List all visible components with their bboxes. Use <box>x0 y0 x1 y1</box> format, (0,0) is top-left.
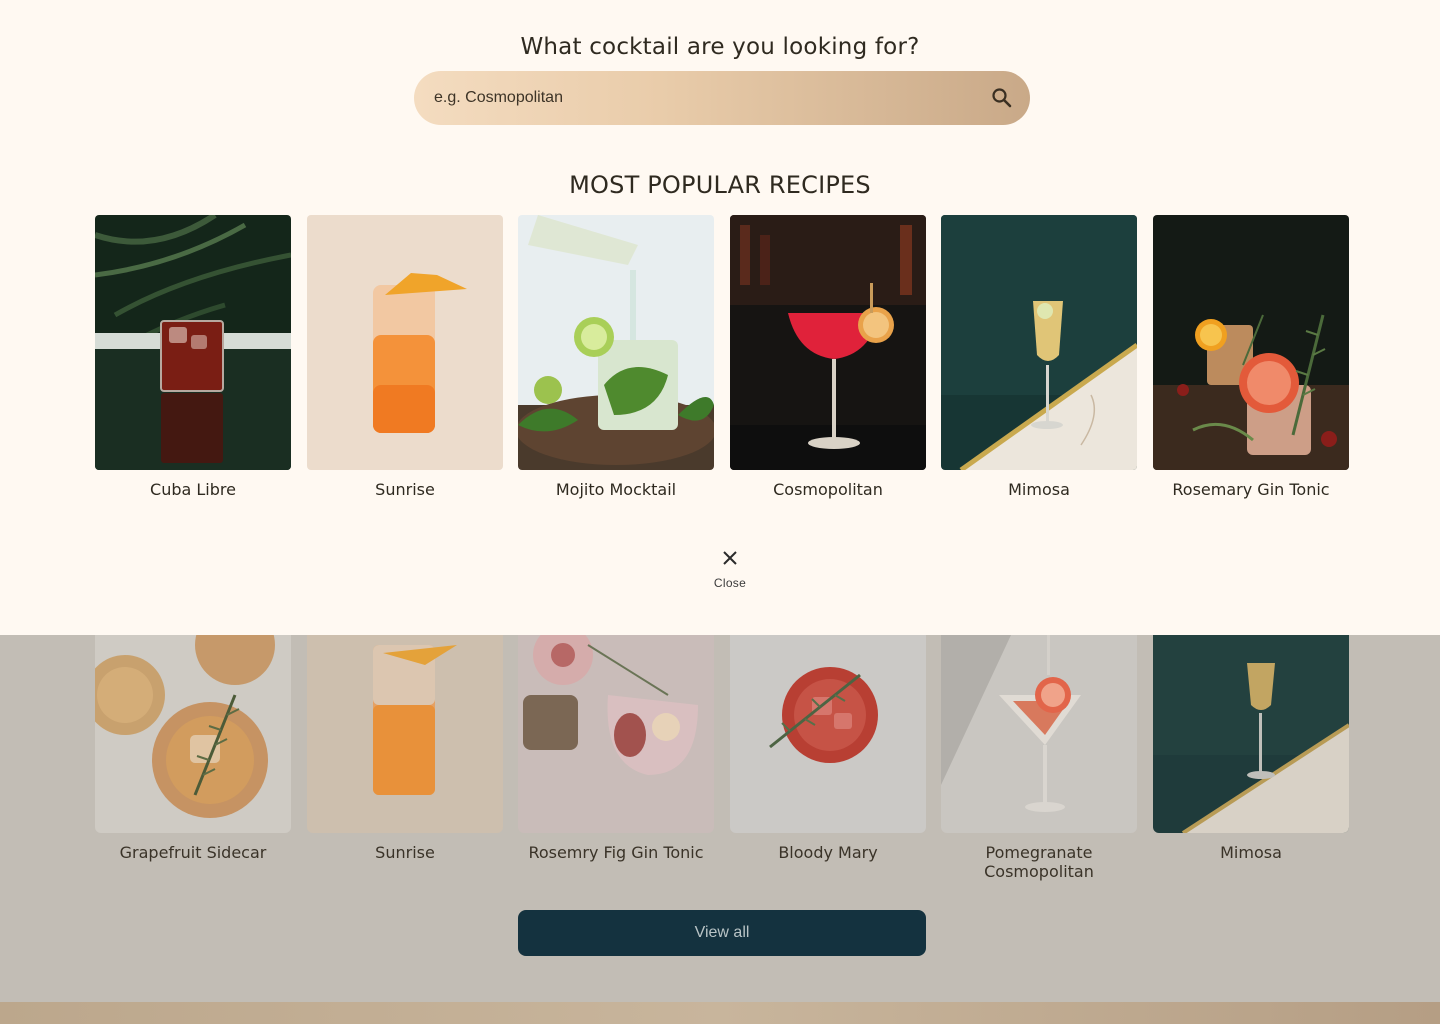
recipe-card-pomegranate-cosmopolitan[interactable]: Pomegranate Cosmopolitan <box>941 635 1137 881</box>
close-icon <box>722 550 738 570</box>
recipe-name: Sunrise <box>375 843 435 862</box>
close-button[interactable]: Close <box>700 550 760 600</box>
recipe-image-rosemary-gin-tonic <box>1153 215 1349 470</box>
recipe-image-cosmopolitan <box>730 215 926 470</box>
recipe-name: Rosemary Gin Tonic <box>1172 480 1330 499</box>
all-recipes-grid: Grapefruit Sidecar Sunrise Rosemry Fig G… <box>95 635 1349 881</box>
section-title: MOST POPULAR RECIPES <box>569 171 871 199</box>
recipe-card-mimosa[interactable]: Mimosa <box>941 215 1137 499</box>
close-label: Close <box>713 576 747 590</box>
recipe-name: Rosemry Fig Gin Tonic <box>528 843 704 862</box>
popular-recipes-grid: Cuba Libre Sunrise Mojito Mocktail Cosmo… <box>95 215 1349 515</box>
recipe-card-sunrise[interactable]: Sunrise <box>307 215 503 499</box>
recipe-card-bloody-mary[interactable]: Bloody Mary <box>730 635 926 862</box>
recipe-name: Bloody Mary <box>778 843 878 862</box>
recipe-card-grapefruit-sidecar[interactable]: Grapefruit Sidecar <box>95 635 291 862</box>
recipe-card-sunrise-bg[interactable]: Sunrise <box>307 635 503 862</box>
recipe-image-mojito-mocktail <box>518 215 714 470</box>
recipe-image-pomegranate-cosmopolitan <box>941 635 1137 833</box>
recipe-image-rosemry-fig-gin-tonic <box>518 635 714 833</box>
recipe-name: Grapefruit Sidecar <box>119 843 267 862</box>
search-icon[interactable] <box>988 85 1016 111</box>
recipe-image-mimosa-bg <box>1153 635 1349 833</box>
recipe-card-cosmopolitan[interactable]: Cosmopolitan <box>730 215 926 499</box>
search-overlay-panel: What cocktail are you looking for? MOST … <box>0 0 1440 635</box>
recipe-card-cuba-libre[interactable]: Cuba Libre <box>95 215 291 499</box>
recipe-image-grapefruit-sidecar <box>95 635 291 833</box>
search-input[interactable] <box>434 71 974 125</box>
recipe-card-mojito-mocktail[interactable]: Mojito Mocktail <box>518 215 714 499</box>
recipe-card-rosemary-gin-tonic[interactable]: Rosemary Gin Tonic <box>1153 215 1349 499</box>
recipe-name: Pomegranate Cosmopolitan <box>984 843 1094 881</box>
recipe-name: Mimosa <box>1220 843 1282 862</box>
recipe-name: Mimosa <box>1008 480 1070 499</box>
recipe-name: Cuba Libre <box>150 480 236 499</box>
recipe-image-cuba-libre <box>95 215 291 470</box>
recipe-image-sunrise-bg <box>307 635 503 833</box>
recipe-name: Cosmopolitan <box>773 480 883 499</box>
search-bar <box>414 71 1030 125</box>
recipe-image-mimosa <box>941 215 1137 470</box>
view-all-button[interactable]: View all <box>518 910 926 956</box>
recipe-image-sunrise <box>307 215 503 470</box>
recipe-card-mimosa-bg[interactable]: Mimosa <box>1153 635 1349 862</box>
recipe-card-rosemry-fig-gin-tonic[interactable]: Rosemry Fig Gin Tonic <box>518 635 714 862</box>
footer-band <box>0 1002 1440 1024</box>
recipe-name: Sunrise <box>375 480 435 499</box>
recipe-name: Mojito Mocktail <box>555 480 677 499</box>
recipe-image-bloody-mary <box>730 635 926 833</box>
search-title: What cocktail are you looking for? <box>520 34 920 60</box>
